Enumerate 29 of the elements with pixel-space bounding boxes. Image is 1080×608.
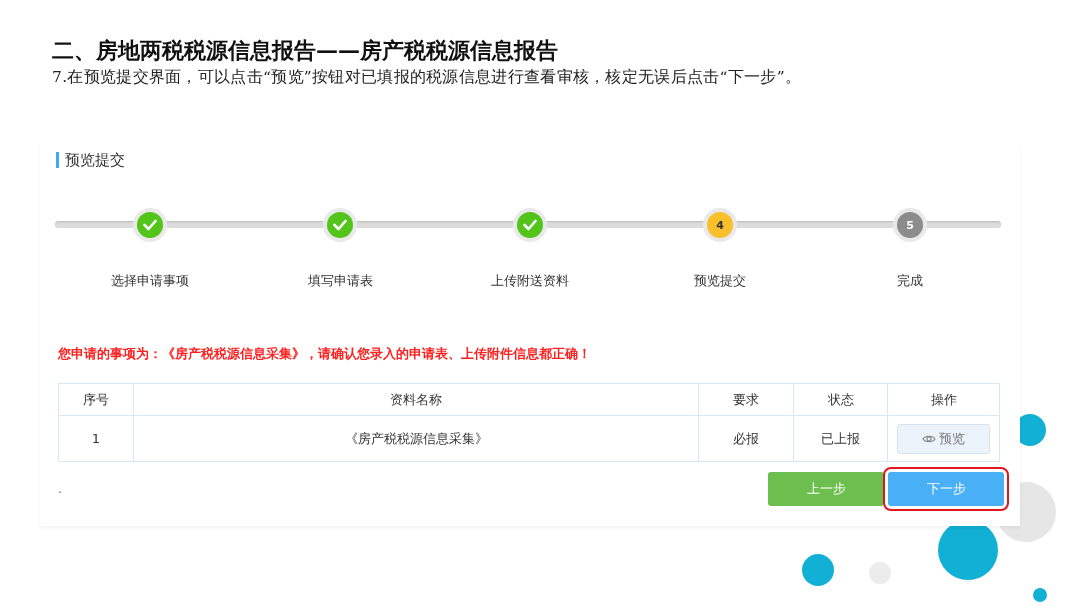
table-cell: 《房产税税源信息采集》 [133,415,699,462]
column-header: 操作 [887,383,1000,416]
step-marker: 4 [703,208,737,242]
footnote-mark: . [58,482,62,496]
slide-subtitle: 7.在预览提交界面，可以点击“预览”按钮对已填报的税源信息进行查看审核，核定无误后点击“下一步”。 [52,67,803,88]
step-label: 完成 [897,272,923,290]
table-cell: 已上报 [793,415,888,462]
section-heading: 预览提交 [56,152,1002,168]
column-header: 状态 [793,383,888,416]
step-marker: 5 [893,208,927,242]
column-header: 要求 [698,383,794,416]
bubble-drawing [1033,588,1047,602]
check-icon [523,219,537,231]
slide-title: 二、房地两税税源信息报告——房产税税源信息报告 [52,36,559,64]
check-icon [333,219,347,231]
notice-text: 您申请的事项为：《房产税税源信息采集》，请确认您录入的申请表、上传附件信息都正确！ [58,346,592,363]
table-cell: 1 [58,415,134,462]
preview-button[interactable]: 预览 [897,423,990,454]
check-icon [143,219,157,231]
step-label: 预览提交 [694,272,746,290]
eye-icon [922,433,936,444]
bubble-drawing [802,554,834,586]
column-header: 资料名称 [133,383,699,416]
step-label: 填写申请表 [307,272,373,290]
step-label: 选择申请事项 [111,272,189,290]
step-label: 上传附送资料 [491,272,569,290]
table-cell: 必报 [698,415,794,462]
column-header: 序号 [58,383,134,416]
back-button[interactable]: 上一步 [768,472,884,506]
